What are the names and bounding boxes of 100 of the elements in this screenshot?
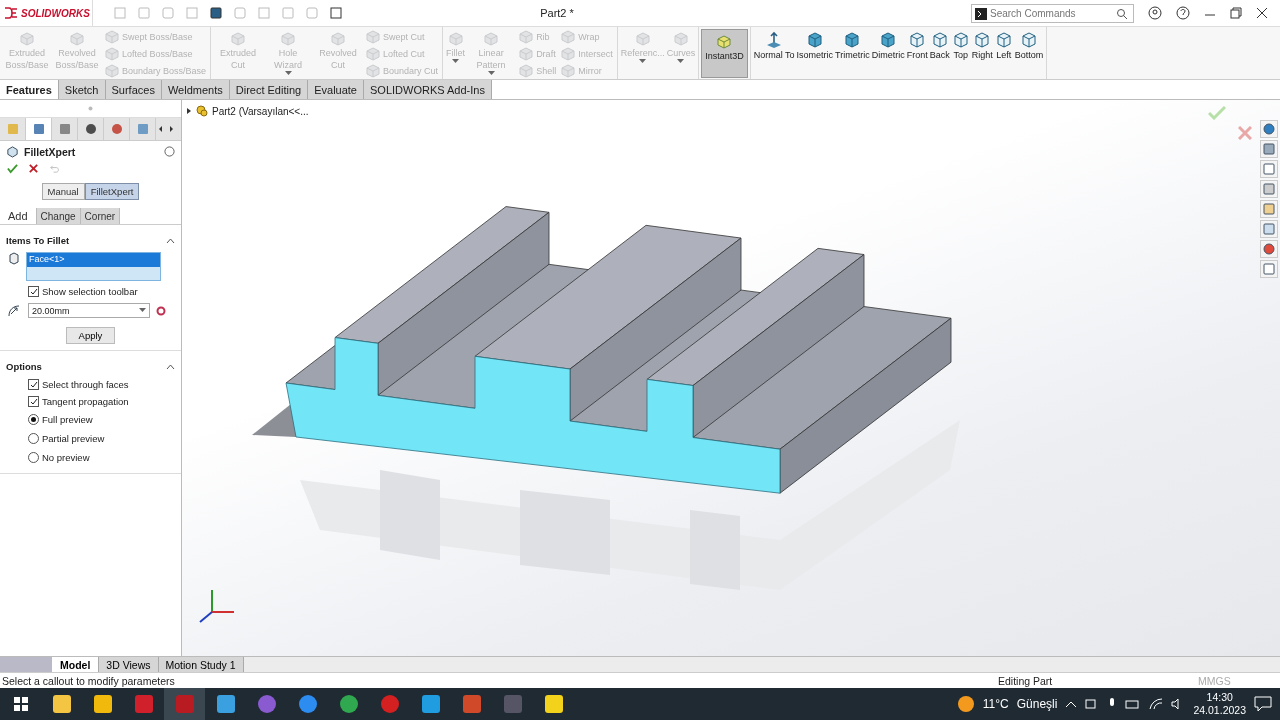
part-icon xyxy=(365,46,382,62)
splitter-handle[interactable] xyxy=(88,106,93,111)
panel-tab[interactable]: Change xyxy=(36,208,81,224)
view-button[interactable]: Right xyxy=(970,29,994,78)
part-icon xyxy=(672,31,689,47)
search-icon[interactable] xyxy=(1116,7,1128,20)
expand-icon[interactable] xyxy=(186,107,192,115)
caret-icon xyxy=(139,308,146,313)
face-icon xyxy=(8,252,20,265)
section-title: Options xyxy=(6,361,42,372)
checkbox[interactable] xyxy=(28,286,39,297)
app-icon xyxy=(132,693,155,715)
windows-logo-icon xyxy=(12,696,29,712)
checkbox-label: Show selection toolbar xyxy=(42,286,138,297)
cancel-icon[interactable] xyxy=(28,163,39,174)
radio-label: Full preview xyxy=(42,414,93,425)
app-icon xyxy=(460,693,483,715)
axis-triad-icon xyxy=(199,589,235,623)
apply-button[interactable]: Apply xyxy=(65,327,116,344)
model-tab[interactable]: Model xyxy=(52,657,100,672)
part-icon xyxy=(716,34,733,50)
help-icon[interactable] xyxy=(1176,6,1190,20)
view-button[interactable]: Isometric xyxy=(795,29,835,78)
mode-button[interactable]: Manual xyxy=(41,183,85,200)
fillet-icon xyxy=(6,145,19,158)
collapse-icon[interactable] xyxy=(166,363,175,370)
view-button[interactable]: Bottom xyxy=(1013,29,1045,78)
part-icon xyxy=(447,31,464,47)
view-button[interactable]: Top xyxy=(950,29,971,78)
app-icon xyxy=(91,693,114,715)
search-field[interactable]: Search Commands xyxy=(971,3,1134,23)
clock-date[interactable]: 24.01.2023 xyxy=(1193,704,1246,717)
part-icon xyxy=(69,31,85,47)
wifi-icon[interactable] xyxy=(1149,698,1164,710)
part-icon xyxy=(560,46,577,62)
radio-button[interactable] xyxy=(28,433,39,444)
selection-list[interactable]: Face<1> xyxy=(26,252,161,281)
close-icon[interactable] xyxy=(1256,7,1268,19)
part-icon xyxy=(634,31,651,47)
mode-button[interactable]: FilletXpert xyxy=(84,183,140,200)
view-button[interactable]: Back xyxy=(928,29,951,78)
user-icon[interactable] xyxy=(1148,6,1162,20)
feature-tab[interactable]: Surfaces xyxy=(105,80,162,99)
clock-time[interactable]: 14:30 xyxy=(1206,691,1233,704)
view-button[interactable]: Dimetric xyxy=(870,29,906,78)
panel-tab[interactable]: Corner xyxy=(80,208,121,224)
part-icon xyxy=(196,105,208,117)
checkbox-label: Tangent propagation xyxy=(42,396,129,407)
radio-label: No preview xyxy=(42,452,90,463)
feature-tab[interactable]: Sketch xyxy=(58,80,106,99)
part-icon xyxy=(104,46,120,62)
battery-icon[interactable] xyxy=(1125,699,1142,709)
app-logo: SOLIDWORKS xyxy=(21,7,90,19)
restore-icon[interactable] xyxy=(1230,7,1242,19)
sun-icon xyxy=(956,695,975,713)
view-button[interactable]: Front xyxy=(905,29,929,78)
app-icon xyxy=(296,693,319,715)
view-button[interactable]: Trimetric xyxy=(834,29,871,78)
feature-tab[interactable]: Weldments xyxy=(161,80,230,99)
part-icon xyxy=(518,46,535,62)
window-title: Part2 * xyxy=(539,7,575,19)
panel-tab[interactable] xyxy=(26,118,52,140)
status-message: Select a callout to modify parameters xyxy=(2,674,176,687)
radio-button[interactable] xyxy=(28,414,39,425)
section-title: Items To Fillet xyxy=(6,235,70,246)
checkbox[interactable] xyxy=(28,379,39,390)
model-tab[interactable]: Motion Study 1 xyxy=(158,657,244,672)
chevron-up-icon[interactable] xyxy=(1065,699,1078,709)
radio-label: Partial preview xyxy=(42,433,105,444)
model-tab[interactable]: 3D Views xyxy=(99,657,159,672)
checkbox[interactable] xyxy=(28,396,39,407)
feature-tab[interactable]: Direct Editing xyxy=(229,80,309,99)
collapse-icon[interactable] xyxy=(166,237,175,244)
ribbon-button[interactable]: Instant3D xyxy=(701,29,748,78)
weather-condition: Güneşli xyxy=(1016,697,1058,711)
radius-field[interactable]: 20.00mm xyxy=(28,303,150,318)
feature-tab[interactable]: SOLIDWORKS Add-Ins xyxy=(364,80,492,99)
view-button[interactable]: Normal To xyxy=(752,29,796,78)
part-icon xyxy=(280,31,297,47)
panel-title: FilletXpert xyxy=(24,145,77,158)
ok-icon[interactable] xyxy=(7,163,18,174)
logo-icon xyxy=(4,7,18,19)
app-icon xyxy=(50,693,73,715)
callout-handle-icon[interactable] xyxy=(156,305,166,316)
notification-icon[interactable] xyxy=(1254,696,1272,712)
checkbox-label: Select through faces xyxy=(42,379,129,390)
part-icon xyxy=(19,31,35,47)
radius-icon xyxy=(8,304,22,317)
app-icon xyxy=(214,693,237,715)
radio-button[interactable] xyxy=(28,452,39,463)
part-icon xyxy=(483,31,500,47)
view-button[interactable]: Left xyxy=(993,29,1014,78)
app-icon xyxy=(501,693,524,715)
status-mode: Editing Part xyxy=(998,674,1054,687)
feature-tab[interactable]: Evaluate xyxy=(308,80,364,99)
app-icon xyxy=(419,693,442,715)
part-icon xyxy=(330,31,347,47)
tree-item[interactable]: Part2 (Varsayılan<<... xyxy=(212,105,309,117)
help-icon[interactable] xyxy=(164,146,175,157)
list-item[interactable]: Face<1> xyxy=(27,253,160,267)
